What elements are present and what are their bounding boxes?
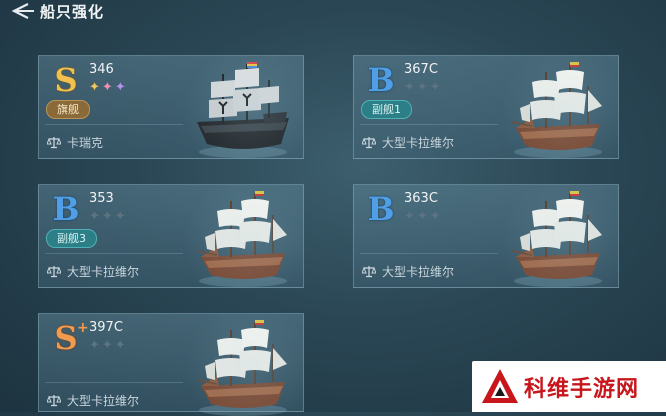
- divider: [45, 124, 183, 125]
- star-rating: ✦✦✦: [89, 80, 128, 95]
- power-value: 397C: [89, 320, 123, 335]
- divider: [360, 124, 498, 125]
- header: 船只强化: [0, 0, 666, 24]
- star-icon: ✦: [101, 80, 115, 95]
- ship-card[interactable]: S + 397C ✦✦✦ 大型卡拉维尔: [38, 313, 304, 416]
- role-badge: 旗舰: [46, 100, 90, 119]
- star-icon: ✦: [114, 80, 128, 95]
- ship-card-vice-3[interactable]: B 353 ✦✦✦ 副舰3 大型卡拉维尔: [38, 184, 304, 288]
- ship-name: 大型卡拉维尔: [67, 265, 140, 279]
- divider: [360, 253, 498, 254]
- star-rating: ✦✦✦: [404, 209, 443, 224]
- page-title: 船只强化: [40, 3, 105, 21]
- divider: [45, 253, 183, 254]
- ship-name: 大型卡拉维尔: [382, 265, 455, 279]
- caravel-ship-icon: [511, 62, 603, 158]
- ship-name: 卡瑞克: [67, 136, 104, 150]
- ship-name: 大型卡拉维尔: [382, 136, 455, 150]
- caravel-ship-icon: [196, 191, 288, 287]
- balance-scale-icon: [47, 136, 61, 149]
- divider: [45, 382, 183, 383]
- caravel-ship-icon: [196, 320, 288, 416]
- power-value: 367C: [404, 62, 438, 77]
- grade-label: B: [367, 190, 395, 228]
- balance-scale-icon: [47, 394, 61, 407]
- power-value: 353: [89, 191, 114, 206]
- power-value: 363C: [404, 191, 438, 206]
- balance-scale-icon: [362, 265, 376, 278]
- balance-scale-icon: [47, 265, 61, 278]
- star-icon: ✦: [89, 80, 102, 95]
- caravel-ship-icon: [511, 191, 603, 287]
- grade-label: S: [54, 61, 78, 99]
- role-badge: 副舰1: [361, 100, 412, 119]
- watermark: 科维手游网: [472, 361, 666, 412]
- balance-scale-icon: [362, 136, 376, 149]
- star-rating: ✦✦✦: [89, 338, 128, 353]
- watermark-text: 科维手游网: [524, 377, 640, 402]
- star-rating: ✦✦✦: [89, 209, 128, 224]
- ship-name: 大型卡拉维尔: [67, 394, 140, 408]
- watermark-logo-icon: [482, 369, 518, 403]
- ship-card[interactable]: B 363C ✦✦✦ 大型卡拉维尔: [353, 184, 619, 288]
- grade-plus-mark: +: [77, 320, 89, 336]
- ship-card-vice-1[interactable]: B 367C ✦✦✦ 副舰1 大型卡拉维尔: [353, 55, 619, 159]
- back-arrow-icon[interactable]: [6, 1, 36, 21]
- flagship-ship-icon: [196, 62, 290, 158]
- grade-label: B: [367, 61, 395, 99]
- star-rating: ✦✦✦: [404, 80, 443, 95]
- grade-label: B: [52, 190, 80, 228]
- ship-card-flagship[interactable]: S 346 ✦✦✦ 旗舰 卡瑞克: [38, 55, 304, 159]
- role-badge: 副舰3: [46, 229, 97, 248]
- power-value: 346: [89, 62, 114, 77]
